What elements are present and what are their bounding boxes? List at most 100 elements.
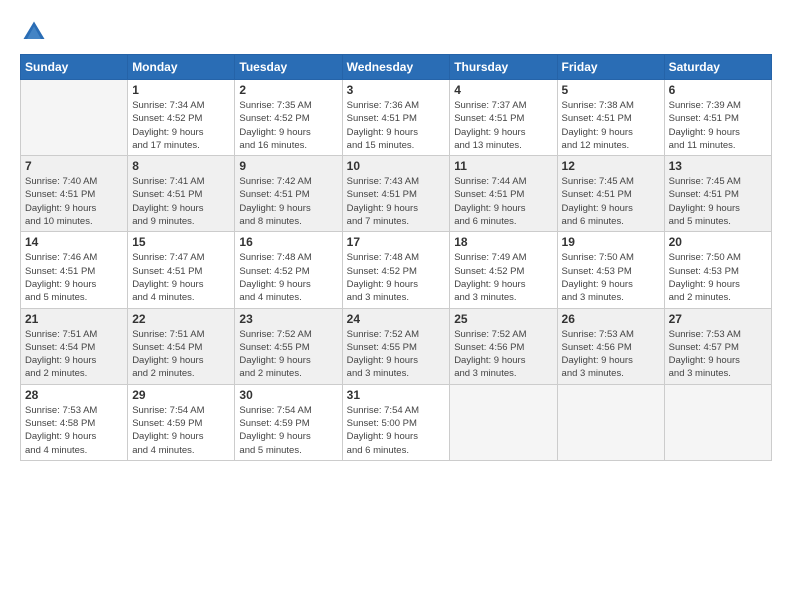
calendar-header-thursday: Thursday	[450, 55, 557, 80]
calendar-week-row: 28Sunrise: 7:53 AMSunset: 4:58 PMDayligh…	[21, 384, 772, 460]
day-number: 21	[25, 312, 123, 326]
logo-icon	[20, 18, 48, 46]
day-info: Sunrise: 7:53 AMSunset: 4:58 PMDaylight:…	[25, 404, 123, 457]
day-number: 3	[347, 83, 446, 97]
calendar-cell: 4Sunrise: 7:37 AMSunset: 4:51 PMDaylight…	[450, 80, 557, 156]
day-info: Sunrise: 7:51 AMSunset: 4:54 PMDaylight:…	[132, 328, 230, 381]
day-number: 24	[347, 312, 446, 326]
calendar-cell: 10 Sunrise: 7:43 AMSunset: 4:51 PMDayligh…	[342, 156, 450, 232]
calendar-cell: 19 Sunrise: 7:50 AMSunset: 4:53 PMDayligh…	[557, 232, 664, 308]
calendar-cell: 2 Sunrise: 7:35 AMSunset: 4:52 PMDaylight…	[235, 80, 342, 156]
day-info: Sunrise: 7:53 AMSunset: 4:56 PMDaylight:…	[562, 328, 660, 381]
day-number: 18	[454, 235, 552, 249]
calendar-cell: 17 Sunrise: 7:48 AMSunset: 4:52 PMDayligh…	[342, 232, 450, 308]
calendar-cell: 5 Sunrise: 7:38 AMSunset: 4:51 PMDaylight…	[557, 80, 664, 156]
calendar-cell: 15 Sunrise: 7:47 AMSunset: 4:51 PMDayligh…	[128, 232, 235, 308]
day-number: 20	[669, 235, 767, 249]
calendar-cell: 16 Sunrise: 7:48 AMSunset: 4:52 PMDayligh…	[235, 232, 342, 308]
calendar-week-row: 21 Sunrise: 7:51 AMSunset: 4:54 PMDayligh…	[21, 308, 772, 384]
logo	[20, 18, 52, 46]
day-info: Sunrise: 7:37 AMSunset: 4:51 PMDaylight:…	[454, 99, 552, 152]
calendar-cell: 11 Sunrise: 7:44 AMSunset: 4:51 PMDayligh…	[450, 156, 557, 232]
day-info: Sunrise: 7:54 AMSunset: 4:59 PMDaylight:…	[132, 404, 230, 457]
day-number: 10	[347, 159, 446, 173]
day-number: 23	[239, 312, 337, 326]
calendar-header-friday: Friday	[557, 55, 664, 80]
day-info: Sunrise: 7:54 AMSunset: 4:59 PMDaylight:…	[239, 404, 337, 457]
calendar-cell: 25Sunrise: 7:52 AMSunset: 4:56 PMDayligh…	[450, 308, 557, 384]
calendar-cell	[664, 384, 771, 460]
day-number: 27	[669, 312, 767, 326]
day-number: 13	[669, 159, 767, 173]
calendar-cell: 23Sunrise: 7:52 AMSunset: 4:55 PMDayligh…	[235, 308, 342, 384]
day-number: 25	[454, 312, 552, 326]
day-number: 12	[562, 159, 660, 173]
calendar-cell: 3 Sunrise: 7:36 AMSunset: 4:51 PMDaylight…	[342, 80, 450, 156]
day-info: Sunrise: 7:46 AMSunset: 4:51 PMDaylight:…	[25, 251, 123, 304]
day-info: Sunrise: 7:43 AMSunset: 4:51 PMDaylight:…	[347, 175, 446, 228]
calendar-cell: 21 Sunrise: 7:51 AMSunset: 4:54 PMDayligh…	[21, 308, 128, 384]
day-number: 29	[132, 388, 230, 402]
calendar-cell: 6 Sunrise: 7:39 AMSunset: 4:51 PMDaylight…	[664, 80, 771, 156]
day-info: Sunrise: 7:44 AMSunset: 4:51 PMDaylight:…	[454, 175, 552, 228]
calendar-cell: 26 Sunrise: 7:53 AMSunset: 4:56 PMDayligh…	[557, 308, 664, 384]
calendar-header-sunday: Sunday	[21, 55, 128, 80]
calendar-header-tuesday: Tuesday	[235, 55, 342, 80]
calendar-cell: 13 Sunrise: 7:45 AMSunset: 4:51 PMDayligh…	[664, 156, 771, 232]
day-info: Sunrise: 7:48 AMSunset: 4:52 PMDaylight:…	[239, 251, 337, 304]
calendar-page: SundayMondayTuesdayWednesdayThursdayFrid…	[0, 0, 792, 612]
day-info: Sunrise: 7:40 AMSunset: 4:51 PMDaylight:…	[25, 175, 123, 228]
calendar-cell	[21, 80, 128, 156]
calendar-cell: 31 Sunrise: 7:54 AMSunset: 5:00 PMDayligh…	[342, 384, 450, 460]
day-info: Sunrise: 7:38 AMSunset: 4:51 PMDaylight:…	[562, 99, 660, 152]
day-number: 11	[454, 159, 552, 173]
day-number: 26	[562, 312, 660, 326]
day-info: Sunrise: 7:54 AMSunset: 5:00 PMDaylight:…	[347, 404, 446, 457]
day-number: 1	[132, 83, 230, 97]
header	[20, 18, 772, 46]
day-info: Sunrise: 7:50 AMSunset: 4:53 PMDaylight:…	[562, 251, 660, 304]
day-info: Sunrise: 7:42 AMSunset: 4:51 PMDaylight:…	[239, 175, 337, 228]
calendar-cell: 14 Sunrise: 7:46 AMSunset: 4:51 PMDayligh…	[21, 232, 128, 308]
calendar-header-monday: Monday	[128, 55, 235, 80]
calendar-week-row: 14 Sunrise: 7:46 AMSunset: 4:51 PMDayligh…	[21, 232, 772, 308]
day-info: Sunrise: 7:45 AMSunset: 4:51 PMDaylight:…	[669, 175, 767, 228]
day-number: 16	[239, 235, 337, 249]
day-number: 17	[347, 235, 446, 249]
day-number: 9	[239, 159, 337, 173]
calendar-cell	[557, 384, 664, 460]
day-number: 6	[669, 83, 767, 97]
day-info: Sunrise: 7:48 AMSunset: 4:52 PMDaylight:…	[347, 251, 446, 304]
calendar-cell: 18Sunrise: 7:49 AMSunset: 4:52 PMDayligh…	[450, 232, 557, 308]
day-info: Sunrise: 7:51 AMSunset: 4:54 PMDaylight:…	[25, 328, 123, 381]
day-number: 31	[347, 388, 446, 402]
calendar-cell	[450, 384, 557, 460]
day-number: 19	[562, 235, 660, 249]
day-info: Sunrise: 7:34 AMSunset: 4:52 PMDaylight:…	[132, 99, 230, 152]
day-number: 14	[25, 235, 123, 249]
calendar-cell: 28Sunrise: 7:53 AMSunset: 4:58 PMDayligh…	[21, 384, 128, 460]
day-info: Sunrise: 7:35 AMSunset: 4:52 PMDaylight:…	[239, 99, 337, 152]
calendar-cell: 1 Sunrise: 7:34 AMSunset: 4:52 PMDaylight…	[128, 80, 235, 156]
day-number: 2	[239, 83, 337, 97]
calendar-cell: 22 Sunrise: 7:51 AMSunset: 4:54 PMDayligh…	[128, 308, 235, 384]
calendar-cell: 8Sunrise: 7:41 AMSunset: 4:51 PMDaylight…	[128, 156, 235, 232]
day-info: Sunrise: 7:39 AMSunset: 4:51 PMDaylight:…	[669, 99, 767, 152]
calendar-cell: 27 Sunrise: 7:53 AMSunset: 4:57 PMDayligh…	[664, 308, 771, 384]
day-number: 30	[239, 388, 337, 402]
day-info: Sunrise: 7:47 AMSunset: 4:51 PMDaylight:…	[132, 251, 230, 304]
day-info: Sunrise: 7:36 AMSunset: 4:51 PMDaylight:…	[347, 99, 446, 152]
day-number: 22	[132, 312, 230, 326]
calendar-week-row: 1 Sunrise: 7:34 AMSunset: 4:52 PMDaylight…	[21, 80, 772, 156]
calendar-table: SundayMondayTuesdayWednesdayThursdayFrid…	[20, 54, 772, 461]
calendar-cell: 7 Sunrise: 7:40 AMSunset: 4:51 PMDaylight…	[21, 156, 128, 232]
day-number: 15	[132, 235, 230, 249]
day-number: 7	[25, 159, 123, 173]
day-number: 8	[132, 159, 230, 173]
day-number: 5	[562, 83, 660, 97]
calendar-week-row: 7 Sunrise: 7:40 AMSunset: 4:51 PMDaylight…	[21, 156, 772, 232]
day-info: Sunrise: 7:53 AMSunset: 4:57 PMDaylight:…	[669, 328, 767, 381]
calendar-header-wednesday: Wednesday	[342, 55, 450, 80]
calendar-cell: 20Sunrise: 7:50 AMSunset: 4:53 PMDayligh…	[664, 232, 771, 308]
calendar-cell: 30 Sunrise: 7:54 AMSunset: 4:59 PMDayligh…	[235, 384, 342, 460]
